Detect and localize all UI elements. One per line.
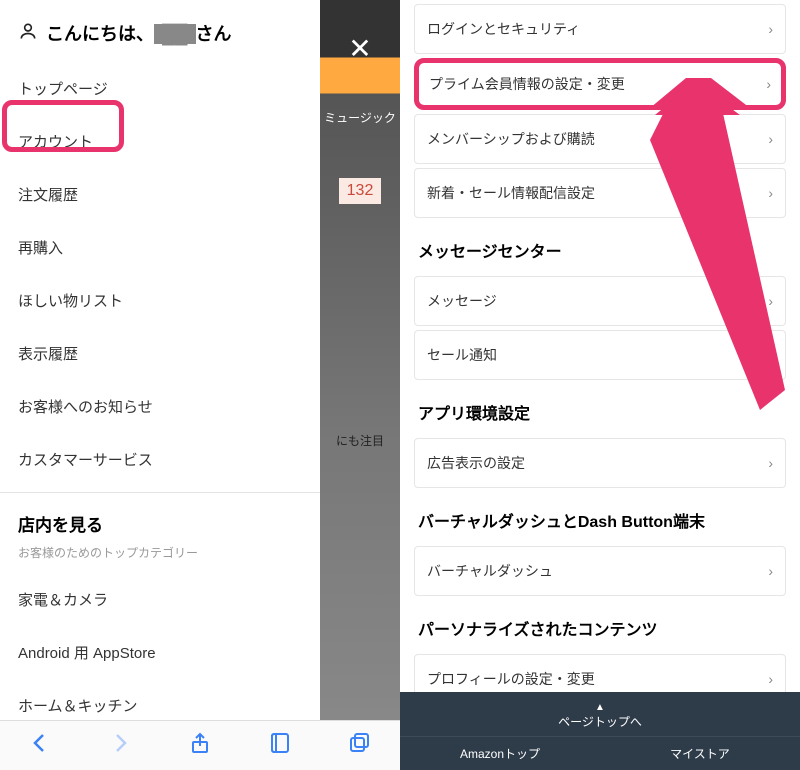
- row-label: セール通知: [427, 345, 497, 365]
- close-icon[interactable]: ✕: [348, 32, 371, 65]
- section-dash: バーチャルダッシュとDash Button端末: [408, 492, 792, 542]
- chevron-right-icon: ›: [768, 347, 773, 363]
- dimmed-backdrop: ✕ ミュージック 132 にも注目: [320, 0, 400, 720]
- backdrop-attention-label: にも注目: [336, 432, 384, 449]
- row-ad-settings[interactable]: 広告表示の設定 ›: [414, 438, 786, 488]
- greeting-suffix: さん: [196, 24, 232, 44]
- greeting-row: こんにちは、██さん: [0, 0, 320, 62]
- left-phone-pane: ✕ ミュージック 132 にも注目 こんにちは、██さん トップページ アカウン…: [0, 0, 400, 770]
- cat-appstore[interactable]: Android 用 AppStore: [0, 626, 320, 679]
- right-phone-pane: ログインとセキュリティ › プライム会員情報の設定・変更 › メンバーシップおよび購…: [400, 0, 800, 770]
- cat-home-kitchen[interactable]: ホーム＆キッチン: [0, 679, 320, 720]
- menu-account[interactable]: アカウント: [0, 115, 320, 168]
- menu-wishlist[interactable]: ほしい物リスト: [0, 274, 320, 327]
- footer-amazon-top[interactable]: Amazonトップ: [400, 745, 600, 762]
- cat-electronics[interactable]: 家電＆カメラ: [0, 573, 320, 626]
- bookmarks-icon[interactable]: [268, 731, 292, 760]
- row-label: 広告表示の設定: [427, 453, 525, 473]
- row-virtual-dash[interactable]: バーチャルダッシュ ›: [414, 546, 786, 596]
- section-app-settings: アプリ環境設定: [408, 384, 792, 434]
- chevron-right-icon: ›: [768, 21, 773, 37]
- menu-buy-again[interactable]: 再購入: [0, 221, 320, 274]
- section-sub-label: お客様のためのトップカテゴリー: [0, 544, 320, 573]
- greeting-prefix: こんにちは、: [46, 24, 154, 44]
- safari-toolbar: [0, 720, 400, 770]
- user-icon: [18, 21, 38, 46]
- row-label: プライム会員情報の設定・変更: [429, 74, 625, 94]
- footer-top-label: ページトップへ: [558, 715, 642, 729]
- chevron-right-icon: ›: [768, 671, 773, 687]
- back-icon[interactable]: [28, 731, 52, 760]
- footer-mystore[interactable]: マイストア: [600, 745, 800, 762]
- row-label: バーチャルダッシュ: [427, 561, 553, 581]
- row-memberships[interactable]: メンバーシップおよび購読 ›: [414, 114, 786, 164]
- share-icon[interactable]: [188, 731, 212, 760]
- chevron-right-icon: ›: [766, 76, 771, 92]
- menu-notifications[interactable]: お客様へのお知らせ: [0, 380, 320, 433]
- row-label: メッセージ: [427, 291, 497, 311]
- back-to-top[interactable]: ▲ ページトップへ: [400, 692, 800, 737]
- backdrop-number: 132: [339, 178, 382, 204]
- menu-top-page[interactable]: トップページ: [0, 62, 320, 115]
- section-personalized: パーソナライズされたコンテンツ: [408, 600, 792, 650]
- row-label: ログインとセキュリティ: [427, 19, 580, 39]
- greeting-text: こんにちは、██さん: [46, 20, 232, 46]
- triangle-up-icon: ▲: [400, 702, 800, 713]
- chevron-right-icon: ›: [768, 131, 773, 147]
- page-footer: ▲ ページトップへ Amazonトップ マイストア: [400, 692, 800, 770]
- chevron-right-icon: ›: [768, 455, 773, 471]
- chevron-right-icon: ›: [768, 185, 773, 201]
- backdrop-music-label: ミュージック: [324, 109, 396, 126]
- row-sale-notify[interactable]: セール通知 ›: [414, 330, 786, 380]
- row-messages[interactable]: メッセージ ›: [414, 276, 786, 326]
- section-browse-store: 店内を見る: [0, 492, 320, 544]
- settings-list: ログインとセキュリティ › プライム会員情報の設定・変更 › メンバーシップおよび購…: [400, 4, 800, 758]
- chevron-right-icon: ›: [768, 563, 773, 579]
- side-menu-panel: こんにちは、██さん トップページ アカウント 注文履歴 再購入 ほしい物リスト…: [0, 0, 320, 720]
- forward-icon: [108, 731, 132, 760]
- menu-customer-service[interactable]: カスタマーサービス: [0, 433, 320, 486]
- greeting-name: ██: [154, 24, 196, 44]
- row-label: 新着・セール情報配信設定: [427, 183, 595, 203]
- tabs-icon[interactable]: [348, 731, 372, 760]
- menu-order-history[interactable]: 注文履歴: [0, 168, 320, 221]
- row-prime-settings[interactable]: プライム会員情報の設定・変更 ›: [414, 58, 786, 110]
- row-label: メンバーシップおよび購読: [427, 129, 595, 149]
- chevron-right-icon: ›: [768, 293, 773, 309]
- menu-browsing-history[interactable]: 表示履歴: [0, 327, 320, 380]
- section-message-center: メッセージセンター: [408, 222, 792, 272]
- row-label: プロフィールの設定・変更: [427, 669, 595, 689]
- row-newsletter[interactable]: 新着・セール情報配信設定 ›: [414, 168, 786, 218]
- row-login-security[interactable]: ログインとセキュリティ ›: [414, 4, 786, 54]
